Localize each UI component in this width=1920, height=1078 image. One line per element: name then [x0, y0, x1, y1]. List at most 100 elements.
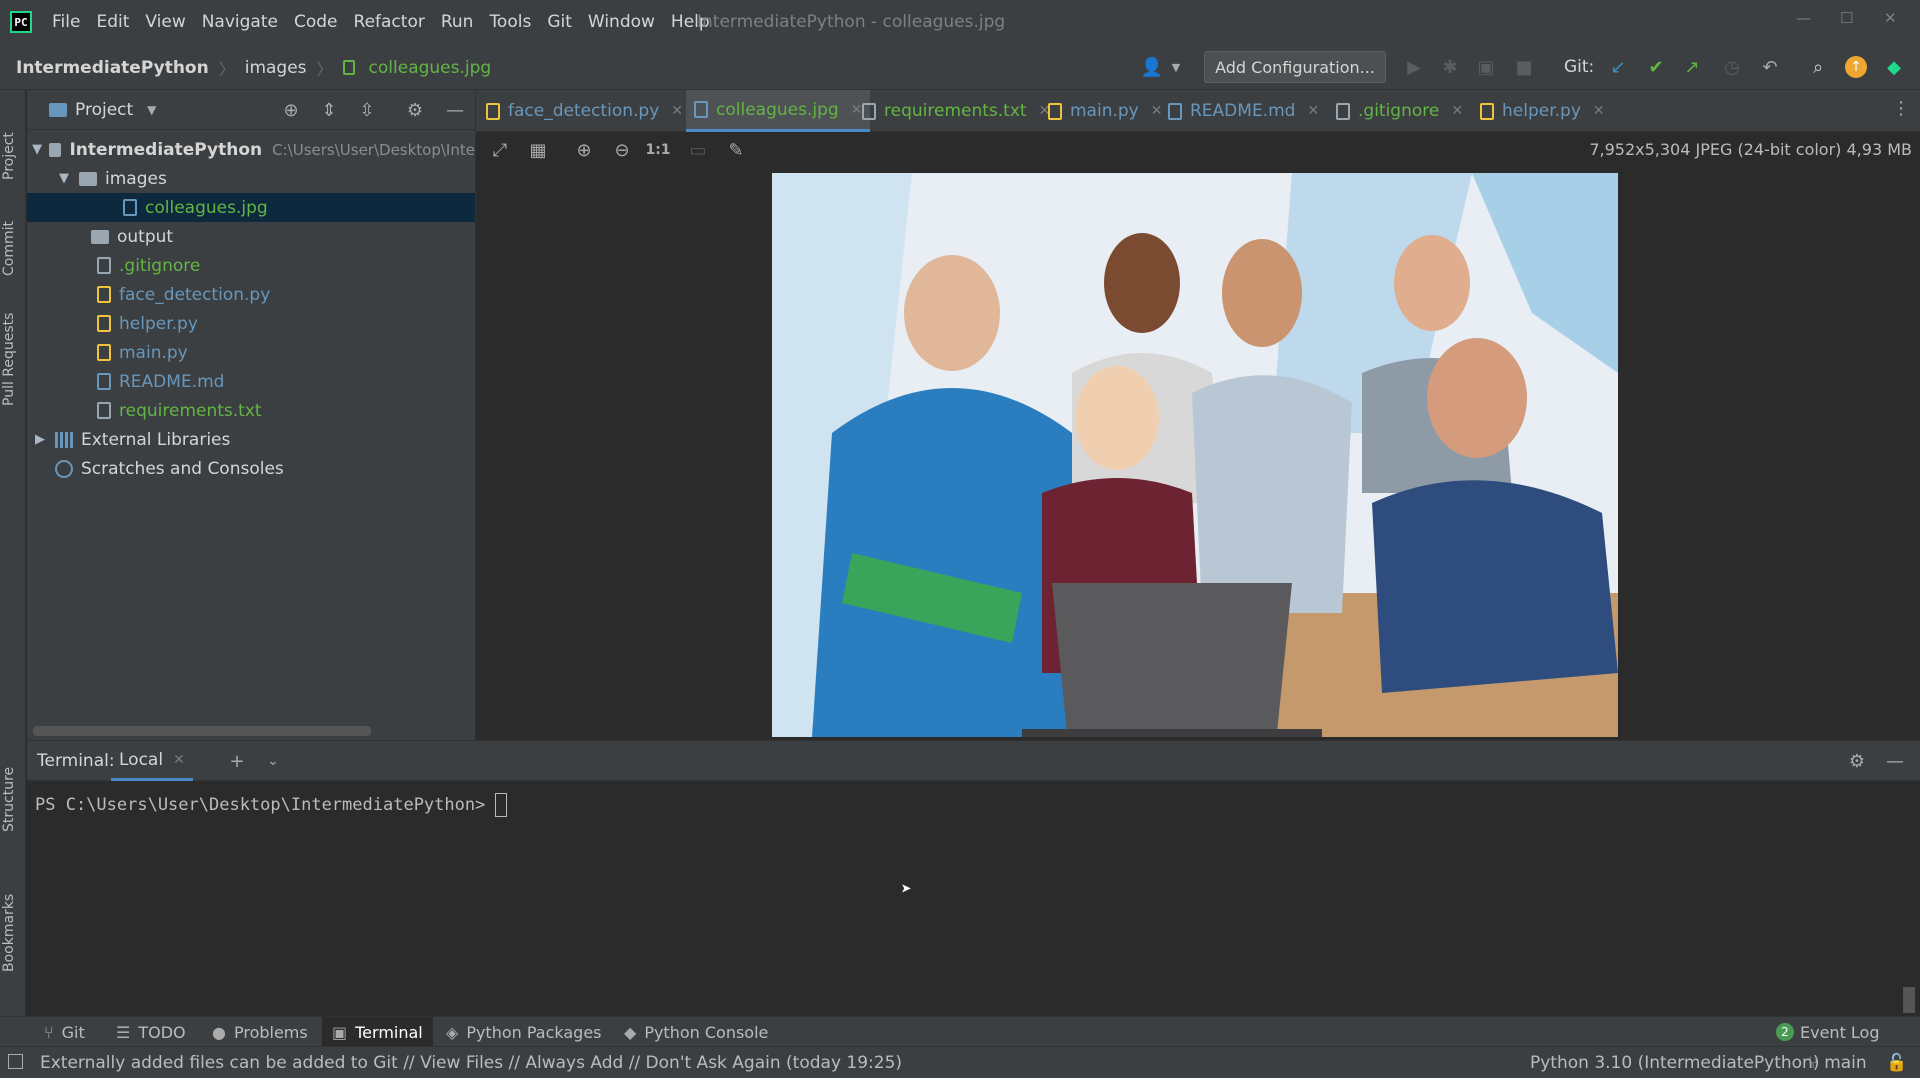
tree-item-images[interactable]: ▼ images — [55, 164, 167, 193]
menu-window[interactable]: Window — [580, 0, 663, 45]
tool-python-packages[interactable]: ◈ Python Packages — [446, 1017, 602, 1047]
structure-tool-label[interactable]: Structure — [1, 767, 17, 832]
tool-event-log[interactable]: 2 Event Log — [1776, 1017, 1880, 1047]
chevron-down-icon[interactable]: ▼ — [147, 103, 156, 117]
close-icon[interactable]: ✕ — [1151, 103, 1163, 119]
close-icon[interactable]: ✕ — [671, 103, 683, 119]
tool-terminal[interactable]: ▣ Terminal — [322, 1017, 433, 1047]
locate-icon[interactable]: ⊕ — [279, 98, 303, 122]
gear-icon[interactable]: ⚙ — [1845, 749, 1869, 773]
coverage-icon[interactable]: ▣ — [1474, 55, 1498, 79]
bookmarks-tool-label[interactable]: Bookmarks — [1, 894, 17, 972]
close-icon[interactable]: ✕ — [1593, 103, 1605, 119]
tree-item-face-detection[interactable]: face_detection.py — [97, 280, 270, 309]
close-icon[interactable]: ✕ — [1451, 103, 1463, 119]
maximize-icon[interactable]: ☐ — [1840, 0, 1853, 36]
tree-item-requirements[interactable]: requirements.txt — [97, 396, 262, 425]
status-toggle-icon[interactable] — [8, 1054, 23, 1069]
status-message[interactable]: Externally added files can be added to G… — [40, 1053, 902, 1073]
tool-git[interactable]: ⑂ Git — [44, 1017, 85, 1047]
commit-tool-label[interactable]: Commit — [1, 221, 17, 276]
stop-icon[interactable]: ■ — [1512, 55, 1536, 79]
close-icon[interactable]: ✕ — [851, 102, 863, 118]
zoom-in-icon[interactable]: ⊕ — [572, 138, 596, 162]
fit-zoom-icon[interactable]: ⤢ — [488, 138, 512, 162]
debug-icon[interactable]: ✱ — [1438, 55, 1462, 79]
history-icon[interactable]: ◷ — [1720, 55, 1744, 79]
chevron-down-icon[interactable]: ▼ — [31, 142, 43, 157]
tab-requirements[interactable]: requirements.txt ✕ — [862, 90, 1050, 132]
rollback-icon[interactable]: ↶ — [1758, 55, 1782, 79]
menu-tools[interactable]: Tools — [481, 0, 539, 45]
project-view-selector[interactable]: Project — [75, 100, 133, 120]
vertical-scrollbar[interactable] — [1903, 987, 1915, 1013]
menu-git[interactable]: Git — [539, 0, 580, 45]
tab-main[interactable]: main.py ✕ — [1048, 90, 1162, 132]
tool-python-console[interactable]: ◆ Python Console — [624, 1017, 768, 1047]
menu-edit[interactable]: Edit — [88, 0, 137, 45]
terminal-tab-local[interactable]: Local ✕ — [111, 741, 193, 781]
menu-refactor[interactable]: Refactor — [346, 0, 433, 45]
close-window-icon[interactable]: ✕ — [1884, 0, 1897, 36]
menu-run[interactable]: Run — [433, 0, 482, 45]
background-icon[interactable]: ▭ — [686, 138, 710, 162]
tree-item-scratches[interactable]: Scratches and Consoles — [55, 454, 284, 483]
chevron-down-icon[interactable]: ▼ — [1164, 55, 1188, 79]
tab-face-detection[interactable]: face_detection.py ✕ — [486, 90, 683, 132]
add-configuration-button[interactable]: Add Configuration... — [1204, 51, 1386, 83]
close-icon[interactable]: ✕ — [173, 752, 185, 768]
chevron-right-icon[interactable]: ▶ — [31, 432, 49, 447]
menu-file[interactable]: File — [44, 0, 88, 45]
expand-all-icon[interactable]: ⇕ — [317, 98, 341, 122]
tab-readme[interactable]: README.md ✕ — [1168, 90, 1319, 132]
python-interpreter[interactable]: Python 3.10 (IntermediatePython) — [1530, 1053, 1819, 1073]
git-update-icon[interactable]: ↙ — [1606, 55, 1630, 79]
add-icon[interactable]: + — [225, 749, 249, 773]
breadcrumb-project[interactable]: IntermediatePython — [16, 58, 209, 78]
tree-item-output[interactable]: output — [91, 222, 173, 251]
user-icon[interactable]: 👤 — [1140, 55, 1164, 79]
git-commit-icon[interactable]: ✔ — [1644, 55, 1668, 79]
search-icon[interactable]: ⌕ — [1806, 55, 1830, 79]
horizontal-scrollbar[interactable] — [33, 726, 371, 736]
actual-size-icon[interactable]: 1:1 — [645, 138, 670, 162]
tree-root[interactable]: ▼ IntermediatePython C:\Users\User\Deskt… — [27, 135, 475, 164]
tree-item-gitignore[interactable]: .gitignore — [97, 251, 200, 280]
menu-navigate[interactable]: Navigate — [194, 0, 286, 45]
pull-requests-tool-label[interactable]: Pull Requests — [1, 313, 17, 406]
close-icon[interactable]: ✕ — [1307, 103, 1319, 119]
tree-item-main[interactable]: main.py — [97, 338, 188, 367]
tab-helper[interactable]: helper.py ✕ — [1480, 90, 1605, 132]
minimize-icon[interactable]: — — [1796, 0, 1811, 36]
chevron-down-icon[interactable]: ⌄ — [261, 749, 285, 773]
tab-colleagues[interactable]: colleagues.jpg ✕ — [686, 90, 871, 132]
tab-gitignore[interactable]: .gitignore ✕ — [1336, 90, 1463, 132]
hide-icon[interactable]: — — [443, 98, 467, 122]
tool-problems[interactable]: ● Problems — [212, 1017, 308, 1047]
color-picker-icon[interactable]: ✎ — [724, 138, 748, 162]
tree-item-colleagues[interactable]: colleagues.jpg — [27, 193, 475, 222]
gear-icon[interactable]: ⚙ — [403, 98, 427, 122]
collapse-all-icon[interactable]: ⇳ — [355, 98, 379, 122]
grid-icon[interactable]: ▦ — [526, 138, 550, 162]
code-with-me-icon[interactable]: ◆ — [1882, 55, 1906, 79]
tree-item-helper[interactable]: helper.py — [97, 309, 198, 338]
menu-code[interactable]: Code — [286, 0, 346, 45]
more-tabs-icon[interactable]: ⋮ — [1892, 98, 1910, 119]
run-icon[interactable]: ▶ — [1402, 55, 1426, 79]
tree-item-readme[interactable]: README.md — [97, 367, 224, 396]
tool-todo[interactable]: ☰ TODO — [116, 1017, 186, 1047]
git-branch[interactable]: ⑂ main — [1808, 1053, 1867, 1073]
tree-item-external-libraries[interactable]: ▶ External Libraries — [31, 425, 230, 454]
chevron-down-icon[interactable]: ▼ — [55, 171, 73, 186]
zoom-out-icon[interactable]: ⊖ — [610, 138, 634, 162]
breadcrumb-file[interactable]: colleagues.jpg — [369, 58, 492, 78]
terminal-output[interactable]: PS C:\Users\User\Desktop\IntermediatePyt… — [27, 781, 1920, 1013]
menu-view[interactable]: View — [137, 0, 193, 45]
update-icon[interactable]: ↑ — [1844, 55, 1868, 79]
project-tool-label[interactable]: Project — [1, 132, 17, 180]
lock-icon[interactable]: 🔓 — [1886, 1053, 1907, 1073]
hide-icon[interactable]: — — [1883, 749, 1907, 773]
git-push-icon[interactable]: ↗ — [1680, 55, 1704, 79]
breadcrumb-images[interactable]: images — [245, 58, 307, 78]
